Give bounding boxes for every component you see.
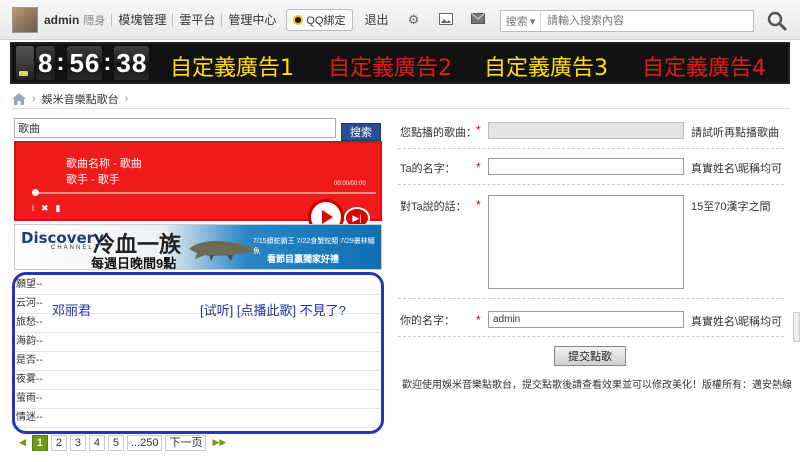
ad-promo: 看節目贏獨家好禮 xyxy=(267,254,340,264)
pagination: ◀ 1 2 3 4 5 ...250 下一页 ▶▶ xyxy=(16,435,230,451)
invisible-toggle[interactable]: 隱身 xyxy=(83,12,105,28)
required-mark: * xyxy=(476,313,481,327)
footer-note: 歡迎使用娛米音樂點歌台，提交點歌後請查看效果並可以修改美化！版權所有：邁安熱線 xyxy=(402,380,792,391)
breadcrumb-page[interactable]: 娛米音樂點歌台 xyxy=(42,91,119,107)
custom-ad-1[interactable]: 自定義廣告1 xyxy=(170,50,294,82)
clock-minutes: 56 xyxy=(67,46,103,80)
player-controls: i ✖ ▮ xyxy=(32,203,61,214)
page-5[interactable]: 5 xyxy=(107,435,124,451)
progress-handle[interactable] xyxy=(32,189,39,196)
divider xyxy=(398,148,784,149)
search-type-label: 搜索 xyxy=(505,16,528,28)
message-note: 15至70漢字之間 xyxy=(691,201,771,213)
qq-bind-button[interactable]: QQ綁定 xyxy=(286,8,353,31)
song-note: 請試听再點播歌曲 xyxy=(691,127,779,139)
ad-banner: 8 : 56 : 38 自定義廣告1 自定義廣告2 自定義廣告3 自定義廣告4 xyxy=(10,42,790,84)
custom-ad-3[interactable]: 自定義廣告3 xyxy=(484,50,608,82)
recipient-name-field[interactable] xyxy=(488,158,684,175)
last-page-icon[interactable]: ▶▶ xyxy=(209,435,230,451)
discovery-ad[interactable]: Discovery CHANNEL 冷血一族 每週日晚間9點 7/15蟒蛇霸王 … xyxy=(14,224,382,270)
side-scroll-tab[interactable] xyxy=(793,312,800,342)
mail-icon[interactable] xyxy=(470,12,485,27)
crocodile-image xyxy=(189,241,257,261)
clock-colon: : xyxy=(103,49,112,76)
home-icon[interactable] xyxy=(12,93,26,105)
breadcrumb: › 娛米音樂點歌台 › xyxy=(12,91,128,107)
nav-link-modules[interactable]: 模塊管理 xyxy=(118,11,166,28)
qq-icon xyxy=(293,14,304,25)
nav-link-cloud[interactable]: 雲平台 xyxy=(179,11,215,28)
ad-schedule: 每週日晚間9點 xyxy=(91,256,177,270)
global-search: 搜索 ▾ xyxy=(500,10,754,32)
page-last[interactable]: ...250 xyxy=(126,435,163,451)
exit-link[interactable]: 退出 xyxy=(365,11,389,28)
annotation-singer: 邓丽君 xyxy=(52,303,92,318)
prev-page-icon[interactable]: ◀ xyxy=(16,435,29,451)
player-song-title: 歌曲名称 - 歌曲 xyxy=(66,158,142,170)
sender-label: 你的名字： xyxy=(400,315,455,327)
search-input[interactable] xyxy=(541,12,753,30)
divider xyxy=(111,12,113,27)
search-type-select[interactable]: 搜索 ▾ xyxy=(501,11,541,31)
sender-name-field[interactable] xyxy=(488,311,684,328)
qq-bind-label: QQ綁定 xyxy=(306,14,346,27)
chevron-down-icon: ▾ xyxy=(529,15,536,28)
player-time: 00:00/00:00 xyxy=(334,181,366,187)
song-search-input[interactable] xyxy=(14,118,336,138)
message-field[interactable] xyxy=(488,195,684,289)
avatar[interactable] xyxy=(12,6,38,33)
recipient-label: Ta的名字： xyxy=(400,163,456,175)
song-label: 您點播的歌曲： xyxy=(400,127,477,139)
clock-hours: 8 xyxy=(36,46,56,80)
volume-icon[interactable]: ✖ xyxy=(41,203,49,214)
next-page-button[interactable]: 下一页 xyxy=(165,435,207,451)
divider xyxy=(398,336,784,337)
required-mark: * xyxy=(476,160,481,174)
recipient-note: 真實姓名\昵稱均可 xyxy=(691,163,783,175)
sender-note: 真實姓名\昵稱均可 xyxy=(691,316,783,328)
info-icon[interactable]: i xyxy=(32,203,34,214)
submit-request-button[interactable]: 提交點歌 xyxy=(554,346,626,366)
chevron-right-icon: › xyxy=(124,93,129,105)
selected-song-field xyxy=(488,122,684,139)
clock-colon: : xyxy=(56,49,65,76)
message-label: 對Ta說的話： xyxy=(400,201,467,213)
progress-bar[interactable] xyxy=(34,192,376,194)
search-icon[interactable] xyxy=(766,10,788,32)
annotation-links[interactable]: [试听] [点播此歌] 不見了? xyxy=(200,300,346,319)
song-search-button[interactable]: 搜索 xyxy=(341,123,381,141)
clock-seconds: 38 xyxy=(114,46,150,80)
music-player: 歌曲名称 - 歌曲 歌手 - 歌手 00:00/00:00 i ✖ ▮ ▶| xyxy=(14,141,382,235)
divider xyxy=(398,298,784,299)
divider xyxy=(172,12,174,27)
equalizer-icon[interactable]: ▮ xyxy=(56,203,61,214)
nav-link-admin[interactable]: 管理中心 xyxy=(228,11,276,28)
page-2[interactable]: 2 xyxy=(50,435,67,451)
custom-ad-4[interactable]: 自定義廣告4 xyxy=(642,50,766,82)
custom-ad-2[interactable]: 自定義廣告2 xyxy=(328,50,452,82)
divider xyxy=(398,184,784,185)
discovery-channel: CHANNEL xyxy=(51,245,94,251)
gear-icon[interactable]: ⚙ xyxy=(407,12,421,27)
divider xyxy=(221,12,223,27)
page-1[interactable]: 1 xyxy=(31,435,48,451)
image-icon[interactable] xyxy=(438,12,453,27)
required-mark: * xyxy=(476,123,481,137)
page-3[interactable]: 3 xyxy=(69,435,86,451)
player-artist: 歌手 - 歌手 xyxy=(66,174,120,186)
page-4[interactable]: 4 xyxy=(88,435,105,451)
digital-clock: 8 : 56 : 38 xyxy=(16,46,150,80)
chevron-right-icon: › xyxy=(32,93,36,105)
highlight-annotation xyxy=(12,272,384,434)
divider xyxy=(12,108,790,109)
required-mark: * xyxy=(476,198,481,212)
clock-label xyxy=(16,46,34,80)
username-link[interactable]: admin xyxy=(44,13,79,27)
